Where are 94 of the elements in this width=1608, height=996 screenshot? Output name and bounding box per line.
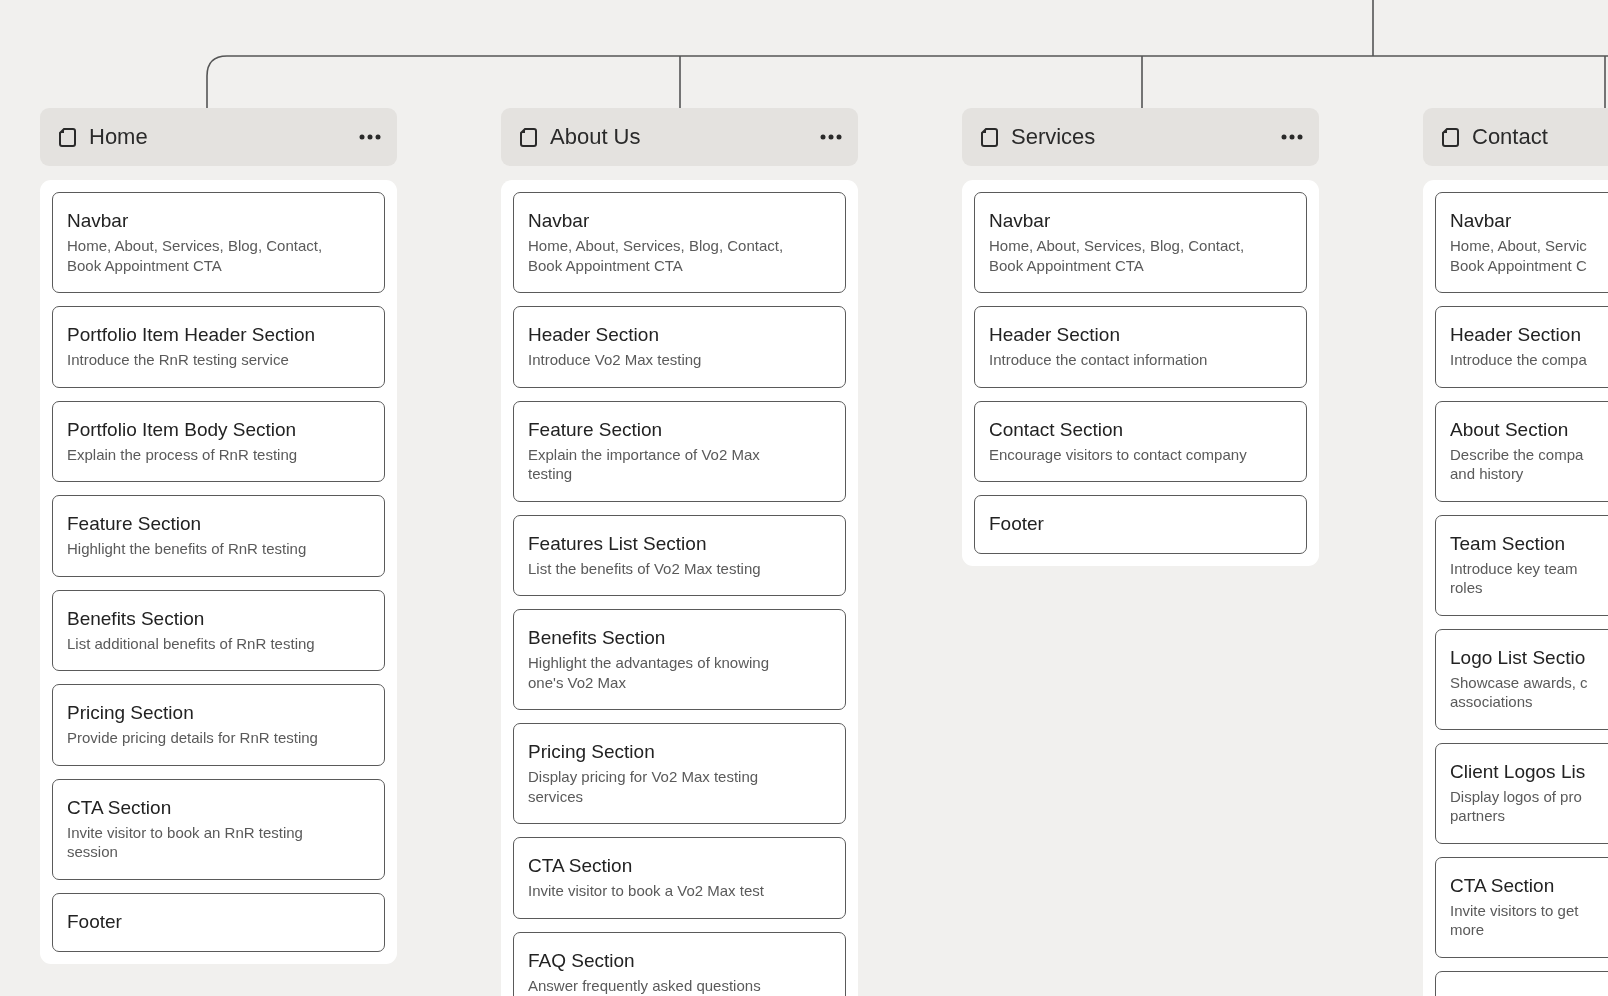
section-title: Navbar <box>528 209 591 233</box>
section-card[interactable]: Contact Section Encourage visitors to contact company <box>974 400 1307 482</box>
section-card[interactable]: Feature Section Highlight the benefits of RnR testing <box>52 495 385 577</box>
section-description: Introduce the compa <box>1450 350 1588 370</box>
section-description: Home, About, Services, Blog, Contact, Book Appointment CTA <box>989 236 1246 275</box>
page-icon <box>58 126 77 148</box>
section-description: Invite visitor to book an RnR testing session <box>67 822 304 862</box>
section-card[interactable]: Client Logos Lis Display logos of pro partners <box>1435 742 1608 844</box>
section-description: Answer frequently asked questions <box>528 975 762 995</box>
section-description: Provide pricing details for RnR testing <box>67 728 319 748</box>
section-title: Contact Section <box>989 417 1125 442</box>
section-card[interactable]: Features List Section List the benefits of Vo2 Max testing <box>513 514 846 596</box>
section-title: CTA Section <box>1450 873 1556 898</box>
section-description: Display logos of pro partners <box>1450 786 1583 826</box>
section-card[interactable]: Header Section Introduce Vo2 Max testing <box>513 306 846 388</box>
section-title: Benefits Section <box>528 626 667 650</box>
section-card[interactable]: Header Section Introduce the contact information <box>974 306 1307 388</box>
section-description: Introduce the RnR testing service <box>67 350 290 370</box>
page-icon <box>980 126 999 148</box>
section-description: Introduce key team roles <box>1450 558 1579 598</box>
section-title: About Section <box>1450 417 1570 442</box>
section-title: Navbar <box>67 209 130 233</box>
section-card[interactable]: Navbar Home, About, Servic Book Appointment C <box>1435 192 1608 293</box>
section-description: Home, About, Services, Blog, Contact, Book Appointment CTA <box>528 236 785 275</box>
more-icon[interactable] <box>820 134 842 140</box>
section-card[interactable]: Portfolio Item Header Section Introduce the RnR testing service <box>52 306 385 388</box>
section-card[interactable]: Header Section Introduce the compa <box>1435 306 1608 388</box>
section-description: Showcase awards, c associations <box>1450 672 1589 712</box>
section-title: Pricing Section <box>67 701 195 725</box>
section-description: Home, About, Services, Blog, Contact, Book Appointment CTA <box>67 236 324 275</box>
page-title: Home <box>89 124 149 150</box>
page-title: Services <box>1011 124 1097 150</box>
page-title: About Us <box>550 124 642 150</box>
section-card[interactable]: Benefits Section List additional benefits of RnR testing <box>52 589 385 671</box>
section-title: Header Section <box>989 323 1121 347</box>
section-card[interactable]: Footer <box>52 892 385 952</box>
section-title: Client Logos Lis <box>1450 759 1587 784</box>
section-title: Portfolio Item Body Section <box>67 417 298 442</box>
section-card[interactable]: Benefits Section Highlight the advantages of knowing one's Vo2 Max <box>513 609 846 710</box>
section-title: Footer <box>67 909 123 934</box>
section-card[interactable]: Navbar Home, About, Services, Blog, Contact, Book Appointment CTA <box>974 192 1307 293</box>
section-description: Display pricing for Vo2 Max testing services <box>528 767 760 806</box>
section-description: Invite visitors to get more <box>1450 900 1580 940</box>
section-card[interactable]: Feature Section Explain the importance of Vo2 Max testing <box>513 400 846 502</box>
section-title: CTA Section <box>528 854 634 878</box>
page-header[interactable]: Services <box>962 108 1319 166</box>
page-header[interactable]: Contact <box>1423 108 1608 166</box>
section-description: Explain the importance of Vo2 Max testing <box>528 444 761 484</box>
section-title: Header Section <box>1450 323 1582 347</box>
section-card[interactable]: Pricing Section Provide pricing details for RnR testing <box>52 684 385 766</box>
section-title: FAQ Section <box>528 948 636 973</box>
more-icon[interactable] <box>359 134 381 140</box>
section-card[interactable]: Team Section Introduce key team roles <box>1435 514 1608 616</box>
section-card[interactable]: Navbar Home, About, Services, Blog, Contact, Book Appointment CTA <box>52 192 385 293</box>
section-title: CTA Section <box>67 795 173 820</box>
section-card[interactable]: CTA Section Invite visitors to get more <box>1435 856 1608 958</box>
more-icon[interactable] <box>1281 134 1303 140</box>
section-title: Footer <box>989 512 1045 536</box>
section-title: Logo List Sectio <box>1450 645 1587 670</box>
section-description: Describe the compa and history <box>1450 444 1585 484</box>
page-title: Contact <box>1472 124 1549 150</box>
section-card[interactable]: Navbar Home, About, Services, Blog, Contact, Book Appointment CTA <box>513 192 846 293</box>
section-title: Benefits Section <box>67 606 206 631</box>
section-title: Pricing Section <box>528 740 656 764</box>
section-card[interactable]: Footer <box>974 495 1307 554</box>
section-title: Feature Section <box>67 512 203 536</box>
section-title: Team Section <box>1450 531 1567 556</box>
section-description: List the benefits of Vo2 Max testing <box>528 558 762 578</box>
section-description: List additional benefits of RnR testing <box>67 633 316 653</box>
section-description: Highlight the advantages of knowing one's Vo2 Max <box>528 653 770 692</box>
section-description: Explain the process of RnR testing <box>67 444 299 464</box>
section-title: Navbar <box>1450 209 1513 233</box>
section-title: Features List Section <box>528 531 708 556</box>
section-card[interactable]: Portfolio Item Body Section Explain the process of RnR testing <box>52 400 385 482</box>
section-description: Invite visitor to book a Vo2 Max test <box>528 881 765 901</box>
section-card[interactable]: Logo List Sectio Showcase awards, c associations <box>1435 628 1608 730</box>
section-description: Highlight the benefits of RnR testing <box>67 539 308 559</box>
section-title: Header Section <box>528 323 660 347</box>
section-title: Navbar <box>989 209 1052 233</box>
section-card[interactable]: FAQ Section Answer frequently asked questions <box>513 931 846 996</box>
section-card[interactable]: About Section Describe the compa and history <box>1435 400 1608 502</box>
section-card[interactable]: CTA Section Invite visitor to book an RnR testing session <box>52 778 385 880</box>
section-description: Encourage visitors to contact company <box>989 444 1248 464</box>
page-icon <box>519 126 538 148</box>
section-card[interactable]: CTA Section Invite visitor to book a Vo2 Max test <box>513 837 846 919</box>
page-icon <box>1441 126 1460 148</box>
section-description: Home, About, Servic Book Appointment C <box>1450 236 1588 275</box>
section-description: Introduce Vo2 Max testing <box>528 350 703 370</box>
section-description: Introduce the contact information <box>989 350 1209 370</box>
section-title: Feature Section <box>528 417 664 442</box>
section-title: Portfolio Item Header Section <box>67 323 317 347</box>
page-header[interactable]: About Us <box>501 108 858 166</box>
section-card[interactable]: Pricing Section Display pricing for Vo2 Max testing services <box>513 723 846 824</box>
page-header[interactable]: Home <box>40 108 397 166</box>
